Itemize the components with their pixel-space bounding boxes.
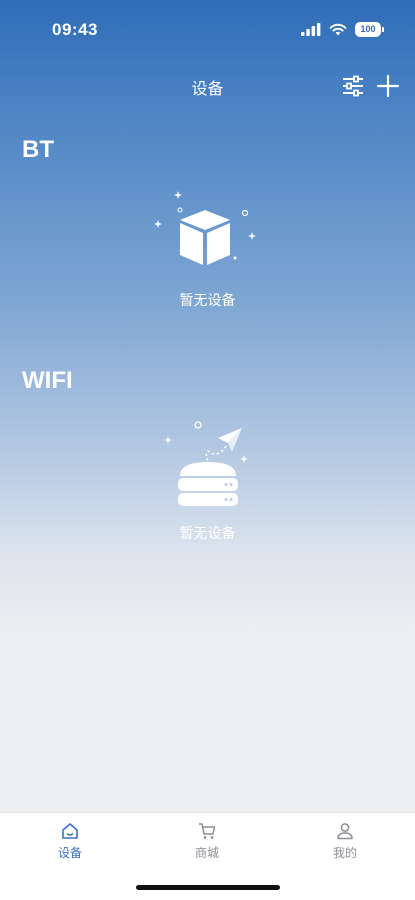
status-time: 09:43: [52, 20, 98, 39]
home-indicator: [136, 885, 280, 890]
router-paper-plane-icon: [164, 421, 248, 506]
wifi-icon: [329, 23, 347, 36]
cube-box-icon: [154, 191, 256, 265]
bt-section-title: BT: [22, 136, 54, 163]
user-icon: [337, 823, 353, 840]
bt-empty-text: 暂无设备: [179, 293, 236, 309]
battery-indicator: 100: [355, 22, 384, 37]
sliders-icon: [343, 75, 363, 97]
plus-icon: [376, 74, 400, 98]
add-device-button[interactable]: [376, 74, 400, 98]
tab-mall-label: 商城: [194, 846, 219, 860]
tab-mine[interactable]: 我的: [305, 821, 385, 861]
status-icons: 100: [301, 22, 384, 37]
tab-devices-label: 设备: [57, 846, 82, 860]
cart-icon: [199, 823, 216, 839]
cellular-signal-icon: [301, 23, 321, 36]
filter-button[interactable]: [341, 74, 365, 98]
wifi-empty-text: 暂无设备: [179, 526, 236, 542]
device-screen: 09:43 100 设备 BT 暂无设备 WIFI 暂无设备 设备 商城 我的: [0, 0, 415, 900]
tab-devices[interactable]: 设备: [30, 821, 110, 861]
home-icon: [62, 823, 78, 839]
tab-mall[interactable]: 商城: [167, 821, 247, 861]
wifi-section-title: WIFI: [22, 367, 73, 394]
tab-mine-label: 我的: [332, 846, 357, 860]
status-bar: 09:43 100: [0, 0, 415, 60]
